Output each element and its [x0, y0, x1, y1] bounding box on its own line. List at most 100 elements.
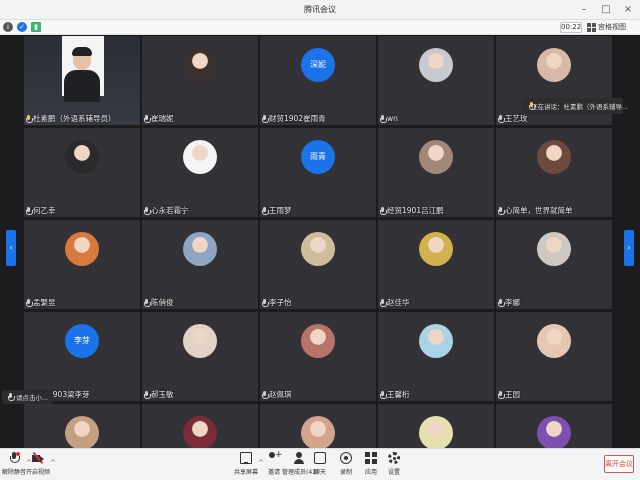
participant-name: 心简单，世界就简单	[505, 206, 573, 215]
participant-avatar	[537, 140, 571, 174]
participant-name-bar: 赵佩琪	[260, 389, 292, 400]
mic-icon	[143, 206, 151, 215]
participant-tile[interactable]: 杜素鹏（外语系辅导员）	[24, 36, 140, 125]
participant-avatar	[537, 324, 571, 358]
participant-video	[24, 36, 140, 125]
participant-name: 崔瑞妮	[151, 114, 174, 123]
participant-tile[interactable]	[260, 404, 376, 448]
mic-icon	[379, 206, 387, 215]
settings-button[interactable]: 设置	[380, 452, 408, 476]
participant-name: wn	[387, 114, 398, 123]
prev-page-arrow-icon[interactable]: ‹	[6, 230, 16, 266]
participant-tile[interactable]: 王园	[496, 312, 612, 401]
mic-icon	[497, 298, 505, 307]
participant-avatar	[183, 140, 217, 174]
participant-tile[interactable]: 李子怡	[260, 220, 376, 309]
participant-name-bar: 李娜	[496, 297, 520, 308]
participant-initial-avatar: 雨青	[301, 140, 335, 174]
participant-tile[interactable]: 李芽 英语1903梁李芽	[24, 312, 140, 401]
shield-icon[interactable]: ✓	[17, 22, 27, 32]
participant-name: 何乙幸	[33, 206, 56, 215]
participant-name: 心永若霜宁	[151, 206, 189, 215]
participant-tile[interactable]: wn	[378, 36, 494, 125]
apps-icon	[365, 452, 377, 464]
window-controls: – □ ×	[576, 2, 636, 18]
participant-tile[interactable]: 心永若霜宁	[142, 128, 258, 217]
mic-icon	[261, 114, 269, 123]
close-icon[interactable]: ×	[620, 2, 636, 18]
meeting-timer: 00:22	[560, 22, 582, 33]
participant-tile[interactable]: 经贸1901吕江鹏	[378, 128, 494, 217]
chat-button[interactable]: 聊天	[306, 452, 334, 476]
record-button[interactable]: 录制	[332, 452, 360, 476]
participant-name-bar: 郝玉敏	[142, 389, 174, 400]
status-bar: i ✓ ▮ 00:22 宫格视图	[0, 20, 640, 35]
mic-icon	[25, 114, 33, 123]
chat-preview[interactable]: 请点击小...	[2, 390, 54, 404]
participant-name-bar: 王馨桁	[378, 389, 410, 400]
mic-icon	[261, 390, 269, 399]
share-screen-button[interactable]: 共享屏幕	[232, 452, 260, 476]
participant-name: 财贸1902崔雨青	[269, 114, 326, 123]
title-bar: 腾讯会议 – □ ×	[0, 0, 640, 20]
participant-tile[interactable]	[496, 404, 612, 448]
next-page-arrow-icon[interactable]: ›	[624, 230, 634, 266]
participant-tile[interactable]: 孟繁昱	[24, 220, 140, 309]
participant-tile[interactable]: 何乙幸	[24, 128, 140, 217]
participant-name: 王园	[505, 390, 520, 399]
participant-tile[interactable]: 崔瑞妮	[142, 36, 258, 125]
info-icon[interactable]: i	[3, 22, 13, 32]
participant-avatar	[301, 232, 335, 266]
gear-icon	[388, 452, 400, 464]
participant-name-bar: 孟繁昱	[24, 297, 56, 308]
participant-name: 孟繁昱	[33, 298, 56, 307]
participant-initial-avatar: 深妮	[301, 48, 335, 82]
participant-tile[interactable]: 陈俏俊	[142, 220, 258, 309]
chat-preview-text: 请点击小...	[16, 394, 49, 402]
window-title: 腾讯会议	[304, 5, 336, 14]
mic-off-icon	[8, 452, 20, 464]
participant-tile[interactable]	[142, 404, 258, 448]
participant-tile[interactable]: 赵佩琪	[260, 312, 376, 401]
participant-name-bar: 心永若霜宁	[142, 205, 189, 216]
participant-tile[interactable]: 李娜	[496, 220, 612, 309]
chat-icon	[314, 452, 326, 464]
participant-name-bar: 赵佳华	[378, 297, 410, 308]
participant-avatar	[183, 324, 217, 358]
participant-name-bar: 王艺玫	[496, 113, 528, 124]
participant-avatar	[537, 48, 571, 82]
participant-avatar	[65, 416, 99, 448]
leave-meeting-button[interactable]: 离开会议	[604, 455, 634, 473]
participant-tile[interactable]	[24, 404, 140, 448]
participant-name: 王雨梦	[269, 206, 292, 215]
view-switch-button[interactable]: 宫格视图	[587, 22, 626, 33]
participant-tile[interactable]: 雨青王雨梦	[260, 128, 376, 217]
participant-name-bar: 财贸1902崔雨青	[260, 113, 326, 124]
video-options-caret-icon[interactable]: ^	[50, 459, 56, 467]
start-video-button[interactable]: 开启视频	[24, 452, 52, 476]
participant-initial-avatar: 李芽	[65, 324, 99, 358]
participant-tile[interactable]: 郝玉敏	[142, 312, 258, 401]
participant-avatar	[183, 48, 217, 82]
participant-tile[interactable]: 王馨桁	[378, 312, 494, 401]
participant-avatar	[419, 140, 453, 174]
minimize-icon[interactable]: –	[576, 2, 592, 18]
camera-off-icon	[32, 452, 44, 464]
participant-tile[interactable]: 心简单，世界就简单	[496, 128, 612, 217]
mic-icon	[379, 114, 387, 123]
participant-tile[interactable]: 深妮财贸1902崔雨青	[260, 36, 376, 125]
record-icon	[340, 452, 352, 464]
participant-tile[interactable]: 赵佳华	[378, 220, 494, 309]
participant-name-bar: 经贸1901吕江鹏	[378, 205, 444, 216]
participant-avatar	[537, 416, 571, 448]
participant-name: 经贸1901吕江鹏	[387, 206, 444, 215]
participant-tile[interactable]	[378, 404, 494, 448]
mic-icon	[497, 114, 505, 123]
bottom-toolbar: 解除静音 ^ 开启视频 ^ 共享屏幕 ^ 邀请 管理成员(41) 聊天 录制	[0, 448, 640, 480]
maximize-icon[interactable]: □	[598, 2, 614, 18]
meeting-window: 腾讯会议 – □ × i ✓ ▮ 00:22 宫格视图 杜素鹏（外语系辅导员） 崔…	[0, 0, 640, 480]
participant-name-bar: 王雨梦	[260, 205, 292, 216]
mic-icon	[497, 206, 505, 215]
participant-name-bar: 何乙幸	[24, 205, 56, 216]
mic-icon	[261, 298, 269, 307]
